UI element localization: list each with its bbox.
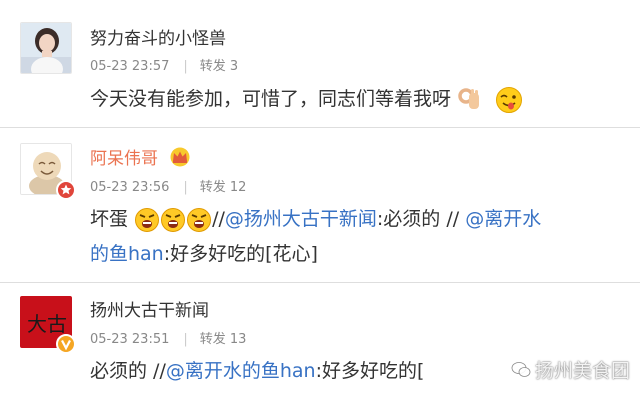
timestamp: 05-23 23:51 bbox=[90, 332, 170, 347]
verified-badge bbox=[56, 180, 76, 200]
comment-text-body: 必须的 // bbox=[90, 360, 166, 382]
comment-feed: 努力奋斗的小怪兽 05-23 23:57 | 转发 3 今天没有能参加，可惜了，同志… bbox=[0, 0, 640, 403]
comment-divider bbox=[0, 127, 640, 128]
verified-v-badge bbox=[56, 334, 76, 354]
avatar[interactable] bbox=[20, 22, 72, 74]
mention-link-continued[interactable]: 的鱼han bbox=[90, 243, 164, 265]
post-meta: 05-23 23:56 | 转发 12 bbox=[90, 176, 246, 195]
mention-link[interactable]: @离开水的鱼han bbox=[166, 360, 316, 382]
tongue-wink-emoji-icon bbox=[496, 86, 523, 113]
comment-text: 必须的 //@离开水的鱼han:好多好吃的[ bbox=[90, 354, 424, 388]
meta-divider: | bbox=[183, 59, 188, 74]
comment-text-body: :必须的 // bbox=[376, 208, 460, 230]
username-text: 阿呆伟哥 bbox=[90, 149, 158, 169]
comment-divider bbox=[0, 282, 640, 283]
comment-text-body: 坏蛋 bbox=[90, 208, 129, 230]
wechat-logo-icon bbox=[511, 362, 531, 377]
comment-text-body: :好多好吃的[花心] bbox=[163, 243, 318, 265]
ok-hand-emoji-icon bbox=[458, 87, 480, 109]
watermark-text: 扬州美食团 bbox=[534, 360, 630, 382]
angry-face-emoji-icon bbox=[161, 207, 186, 232]
vip-crown-icon[interactable] bbox=[169, 147, 191, 167]
post-meta: 05-23 23:51 | 转发 13 bbox=[90, 328, 246, 347]
username-link[interactable]: 阿呆伟哥 bbox=[90, 144, 191, 169]
meta-divider: | bbox=[183, 332, 188, 347]
v-verified-icon bbox=[61, 339, 71, 351]
avatar-photo-icon bbox=[21, 23, 71, 73]
mention-link[interactable]: @扬州大古干新闻 bbox=[225, 208, 377, 230]
comment-text: 坏蛋 //@扬州大古干新闻:必须的 // @离开水 bbox=[90, 202, 541, 236]
star-badge-icon bbox=[60, 184, 72, 195]
username-link[interactable]: 扬州大古干新闻 bbox=[90, 296, 209, 321]
post-meta: 05-23 23:57 | 转发 3 bbox=[90, 55, 238, 74]
angry-face-emoji-icon bbox=[135, 207, 160, 232]
meta-divider: | bbox=[183, 180, 188, 195]
comment-text-continued: 的鱼han:好多好吃的[花心] bbox=[90, 237, 318, 271]
watermark: 扬州美食团 bbox=[511, 356, 630, 383]
repost-count-link[interactable]: 转发 13 bbox=[200, 332, 247, 347]
repost-separator: // bbox=[212, 208, 225, 230]
repost-count-link[interactable]: 转发 3 bbox=[200, 59, 238, 74]
angry-face-emoji-icon bbox=[187, 207, 212, 232]
comment-text-body: 今天没有能参加，可惜了，同志们等着我呀 bbox=[90, 88, 452, 110]
timestamp: 05-23 23:57 bbox=[90, 59, 170, 74]
svg-text:大古: 大古 bbox=[27, 312, 67, 336]
comment-text: 今天没有能参加，可惜了，同志们等着我呀 bbox=[90, 82, 523, 116]
timestamp: 05-23 23:56 bbox=[90, 180, 170, 195]
repost-count-link[interactable]: 转发 12 bbox=[200, 180, 247, 195]
comment-text-body: :好多好吃的[ bbox=[315, 360, 425, 382]
mention-link[interactable]: @离开水 bbox=[465, 208, 541, 230]
username-link[interactable]: 努力奋斗的小怪兽 bbox=[90, 24, 226, 49]
